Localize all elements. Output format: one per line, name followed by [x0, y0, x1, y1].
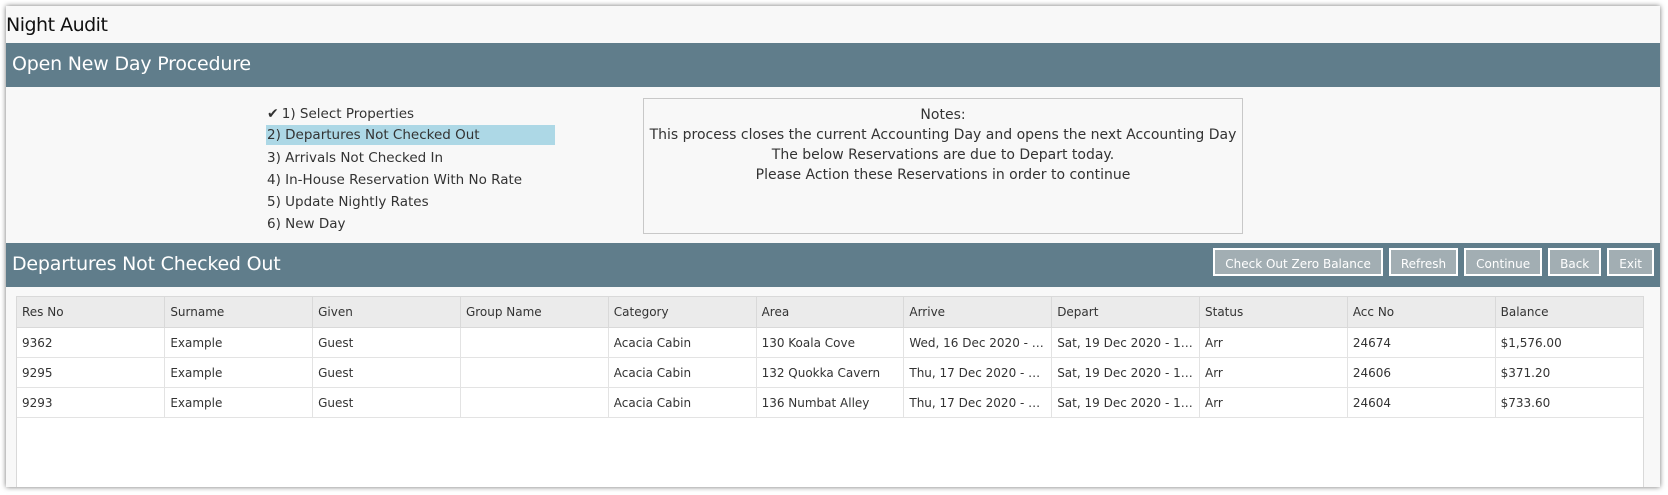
cell-given: Guest [312, 327, 461, 358]
cell-status: Arr [1199, 357, 1348, 388]
column-header-status[interactable]: Status [1199, 297, 1348, 328]
step-label: 5) Update Nightly Rates [267, 194, 429, 210]
table-row[interactable]: 9362 Example Guest Acacia Cabin 130 Koal… [17, 327, 1643, 358]
table-header-row: Res No Surname Given Group Name Category… [17, 297, 1643, 328]
column-header-depart[interactable]: Depart [1051, 297, 1200, 328]
table-row[interactable]: 9295 Example Guest Acacia Cabin 132 Quok… [17, 357, 1643, 388]
step-new-day[interactable]: 6) New Day [266, 213, 555, 235]
procedure-header: Open New Day Procedure [6, 43, 1660, 87]
cell-arrive: Thu, 17 Dec 2020 - 11:... [903, 387, 1053, 418]
cell-acc-no: 24606 [1347, 357, 1496, 388]
cell-depart: Sat, 19 Dec 2020 - 10:0... [1051, 327, 1200, 358]
cell-surname: Example [164, 387, 314, 418]
cell-area: 130 Koala Cove [756, 327, 905, 358]
step-label: 4) In-House Reservation With No Rate [267, 172, 523, 188]
cell-group-name [460, 357, 609, 388]
notes-heading: Notes: [920, 107, 966, 123]
step-in-house-no-rate[interactable]: 4) In-House Reservation With No Rate [266, 169, 555, 191]
cell-status: Arr [1199, 327, 1348, 358]
check-out-zero-balance-button[interactable]: Check Out Zero Balance [1213, 248, 1383, 276]
column-header-surname[interactable]: Surname [164, 297, 314, 328]
cell-given: Guest [312, 357, 461, 388]
cell-status: Arr [1199, 387, 1348, 418]
column-header-acc-no[interactable]: Acc No [1347, 297, 1496, 328]
night-audit-window: Night Audit Open New Day Procedure ✔ 1) S… [6, 6, 1660, 487]
column-header-balance[interactable]: Balance [1495, 297, 1643, 328]
cell-surname: Example [164, 357, 314, 388]
step-select-properties[interactable]: ✔ 1) Select Properties [266, 103, 555, 125]
step-departures-not-checked-out[interactable]: 2) Departures Not Checked Out [266, 125, 555, 145]
cell-area: 136 Numbat Alley [756, 387, 905, 418]
reservations-table: Res No Surname Given Group Name Category… [17, 297, 1643, 418]
step-list: ✔ 1) Select Properties 2) Departures Not … [266, 103, 555, 235]
reservations-grid: Res No Surname Given Group Name Category… [16, 296, 1644, 487]
cell-surname: Example [164, 327, 314, 358]
cell-group-name [460, 327, 609, 358]
cell-acc-no: 24604 [1347, 387, 1496, 418]
exit-button[interactable]: Exit [1607, 248, 1654, 276]
step-update-nightly-rates[interactable]: 5) Update Nightly Rates [266, 191, 555, 213]
cell-group-name [460, 387, 609, 418]
column-header-category[interactable]: Category [608, 297, 757, 328]
cell-balance: $733.60 [1495, 387, 1643, 418]
step-label: 6) New Day [267, 216, 346, 232]
cell-res-no: 9295 [17, 357, 166, 388]
notes-line: This process closes the current Accounti… [649, 127, 1237, 143]
cell-balance: $1,576.00 [1495, 327, 1643, 358]
cell-acc-no: 24674 [1347, 327, 1496, 358]
procedure-title: Open New Day Procedure [12, 53, 251, 75]
step-label: 3) Arrivals Not Checked In [267, 150, 444, 166]
section-header: Departures Not Checked Out Check Out Zer… [6, 243, 1660, 287]
cell-depart: Sat, 19 Dec 2020 - 10:0... [1051, 357, 1200, 388]
check-icon: ✔ [267, 106, 279, 122]
column-header-group-name[interactable]: Group Name [460, 297, 609, 328]
column-header-arrive[interactable]: Arrive [903, 297, 1053, 328]
cell-category: Acacia Cabin [608, 357, 757, 388]
cell-res-no: 9362 [17, 327, 166, 358]
column-header-given[interactable]: Given [312, 297, 461, 328]
continue-button[interactable]: Continue [1464, 248, 1543, 276]
step-arrivals-not-checked-in[interactable]: 3) Arrivals Not Checked In [266, 147, 555, 169]
notes-line: The below Reservations are due to Depart… [771, 147, 1115, 163]
cell-res-no: 9293 [17, 387, 166, 418]
cell-area: 132 Quokka Cavern [756, 357, 905, 388]
cell-depart: Sat, 19 Dec 2020 - 10:0... [1051, 387, 1200, 418]
notes-line: Please Action these Reservations in orde… [755, 167, 1131, 183]
toolbar: Check Out Zero Balance Refresh Continue … [1213, 248, 1654, 276]
section-title: Departures Not Checked Out [12, 253, 281, 275]
back-button[interactable]: Back [1548, 248, 1602, 276]
cell-category: Acacia Cabin [608, 387, 757, 418]
column-header-area[interactable]: Area [756, 297, 905, 328]
step-label: 2) Departures Not Checked Out [267, 127, 480, 143]
cell-arrive: Thu, 17 Dec 2020 - 11:... [903, 357, 1053, 388]
cell-given: Guest [312, 387, 461, 418]
refresh-button[interactable]: Refresh [1388, 248, 1459, 276]
step-label: 1) Select Properties [281, 106, 415, 122]
cell-balance: $371.20 [1495, 357, 1643, 388]
notes-panel: Notes: This process closes the current A… [643, 98, 1243, 234]
column-header-res-no[interactable]: Res No [17, 297, 166, 328]
table-row[interactable]: 9293 Example Guest Acacia Cabin 136 Numb… [17, 387, 1643, 418]
page-title: Night Audit [6, 14, 108, 36]
cell-category: Acacia Cabin [608, 327, 757, 358]
cell-arrive: Wed, 16 Dec 2020 - 2:0... [903, 327, 1053, 358]
